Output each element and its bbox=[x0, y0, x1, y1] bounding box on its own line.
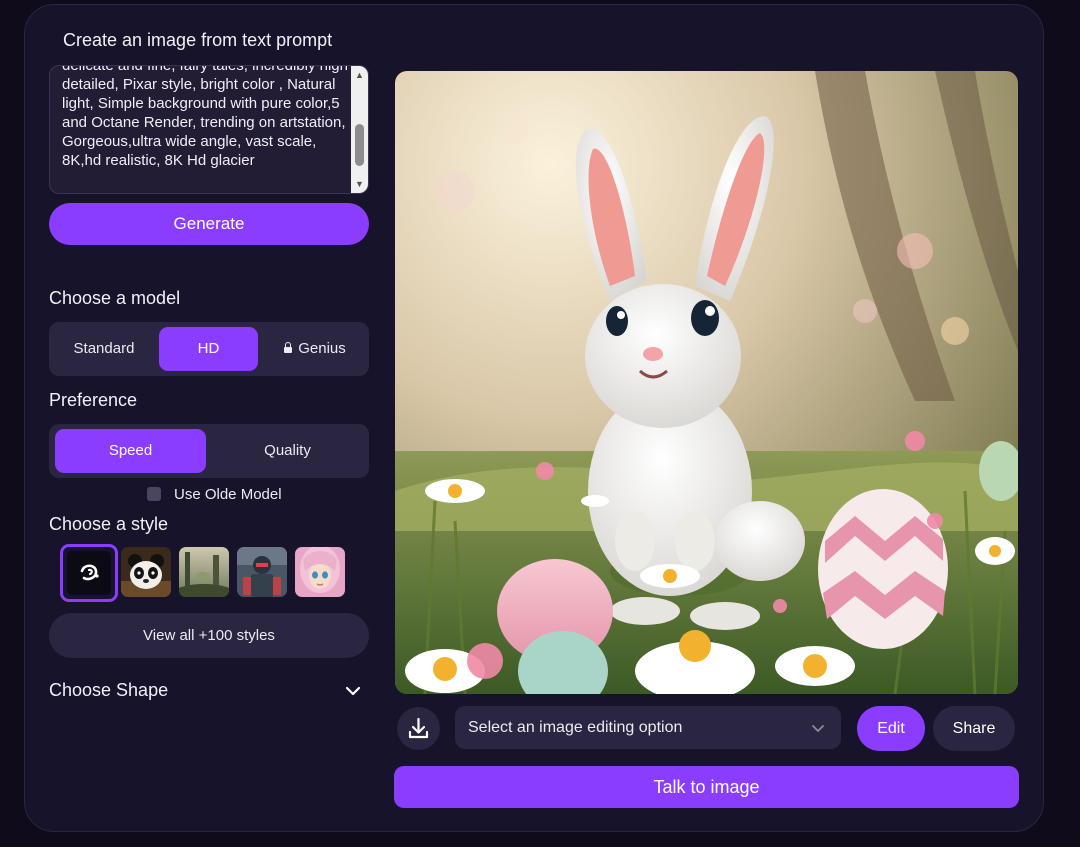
shape-dropdown[interactable]: Choose Shape bbox=[49, 680, 364, 704]
model-heading: Choose a model bbox=[49, 288, 181, 308]
scroll-down-arrow-icon[interactable]: ▼ bbox=[351, 177, 368, 191]
style-thumb-default[interactable] bbox=[60, 544, 118, 602]
generated-image[interactable] bbox=[395, 71, 1018, 694]
preference-heading: Preference bbox=[49, 390, 138, 410]
image-editing-select-value: Select an image editing option bbox=[468, 719, 683, 736]
style-thumb-robot[interactable] bbox=[237, 547, 287, 597]
style-thumb-panda[interactable] bbox=[121, 547, 171, 597]
scrollbar-thumb[interactable] bbox=[355, 124, 364, 166]
image-editing-select[interactable]: Select an image editing option bbox=[455, 706, 841, 749]
anime-style-image bbox=[295, 547, 345, 597]
generate-button[interactable]: Generate bbox=[49, 203, 369, 245]
landscape-style-image bbox=[179, 547, 229, 597]
panda-style-image bbox=[121, 547, 171, 597]
preference-option-speed[interactable]: Speed bbox=[55, 429, 206, 473]
model-option-genius[interactable]: Genius bbox=[265, 327, 365, 371]
robot-style-image bbox=[237, 547, 287, 597]
prompt-scrollbar[interactable]: ▲ ▼ bbox=[351, 66, 368, 193]
model-selector: Standard HD Genius bbox=[49, 322, 369, 376]
style-thumb-anime[interactable] bbox=[295, 547, 345, 597]
scroll-up-arrow-icon[interactable]: ▲ bbox=[351, 68, 368, 82]
chevron-down-icon bbox=[345, 686, 361, 696]
style-heading: Choose a style bbox=[49, 514, 169, 534]
view-all-styles-button[interactable]: View all +100 styles bbox=[49, 613, 369, 658]
sparkle-swirl-icon bbox=[80, 564, 99, 581]
prompt-textarea[interactable]: delicate and fine, fairy tales, incredib… bbox=[49, 65, 369, 194]
model-option-genius-label: Genius bbox=[298, 340, 346, 357]
shape-heading: Choose Shape bbox=[49, 680, 169, 700]
bunny-image bbox=[395, 71, 1018, 694]
prompt-text: delicate and fine, fairy tales, incredib… bbox=[62, 65, 348, 169]
download-button[interactable] bbox=[397, 707, 440, 750]
old-model-checkbox[interactable] bbox=[147, 487, 161, 501]
old-model-label: Use Olde Model bbox=[174, 486, 282, 503]
lock-icon bbox=[284, 342, 293, 353]
style-thumb-default-inner bbox=[67, 551, 111, 595]
preference-selector: Speed Quality bbox=[49, 424, 369, 478]
style-thumb-landscape[interactable] bbox=[179, 547, 229, 597]
share-button[interactable]: Share bbox=[933, 706, 1015, 751]
preference-option-quality[interactable]: Quality bbox=[212, 429, 363, 473]
model-option-standard[interactable]: Standard bbox=[59, 327, 149, 371]
page-title: Create an image from text prompt bbox=[63, 30, 333, 50]
talk-to-image-button[interactable]: Talk to image bbox=[394, 766, 1019, 808]
edit-button[interactable]: Edit bbox=[857, 706, 925, 751]
download-icon bbox=[408, 717, 429, 739]
model-option-hd[interactable]: HD bbox=[159, 327, 258, 371]
chevron-down-icon bbox=[812, 725, 824, 732]
